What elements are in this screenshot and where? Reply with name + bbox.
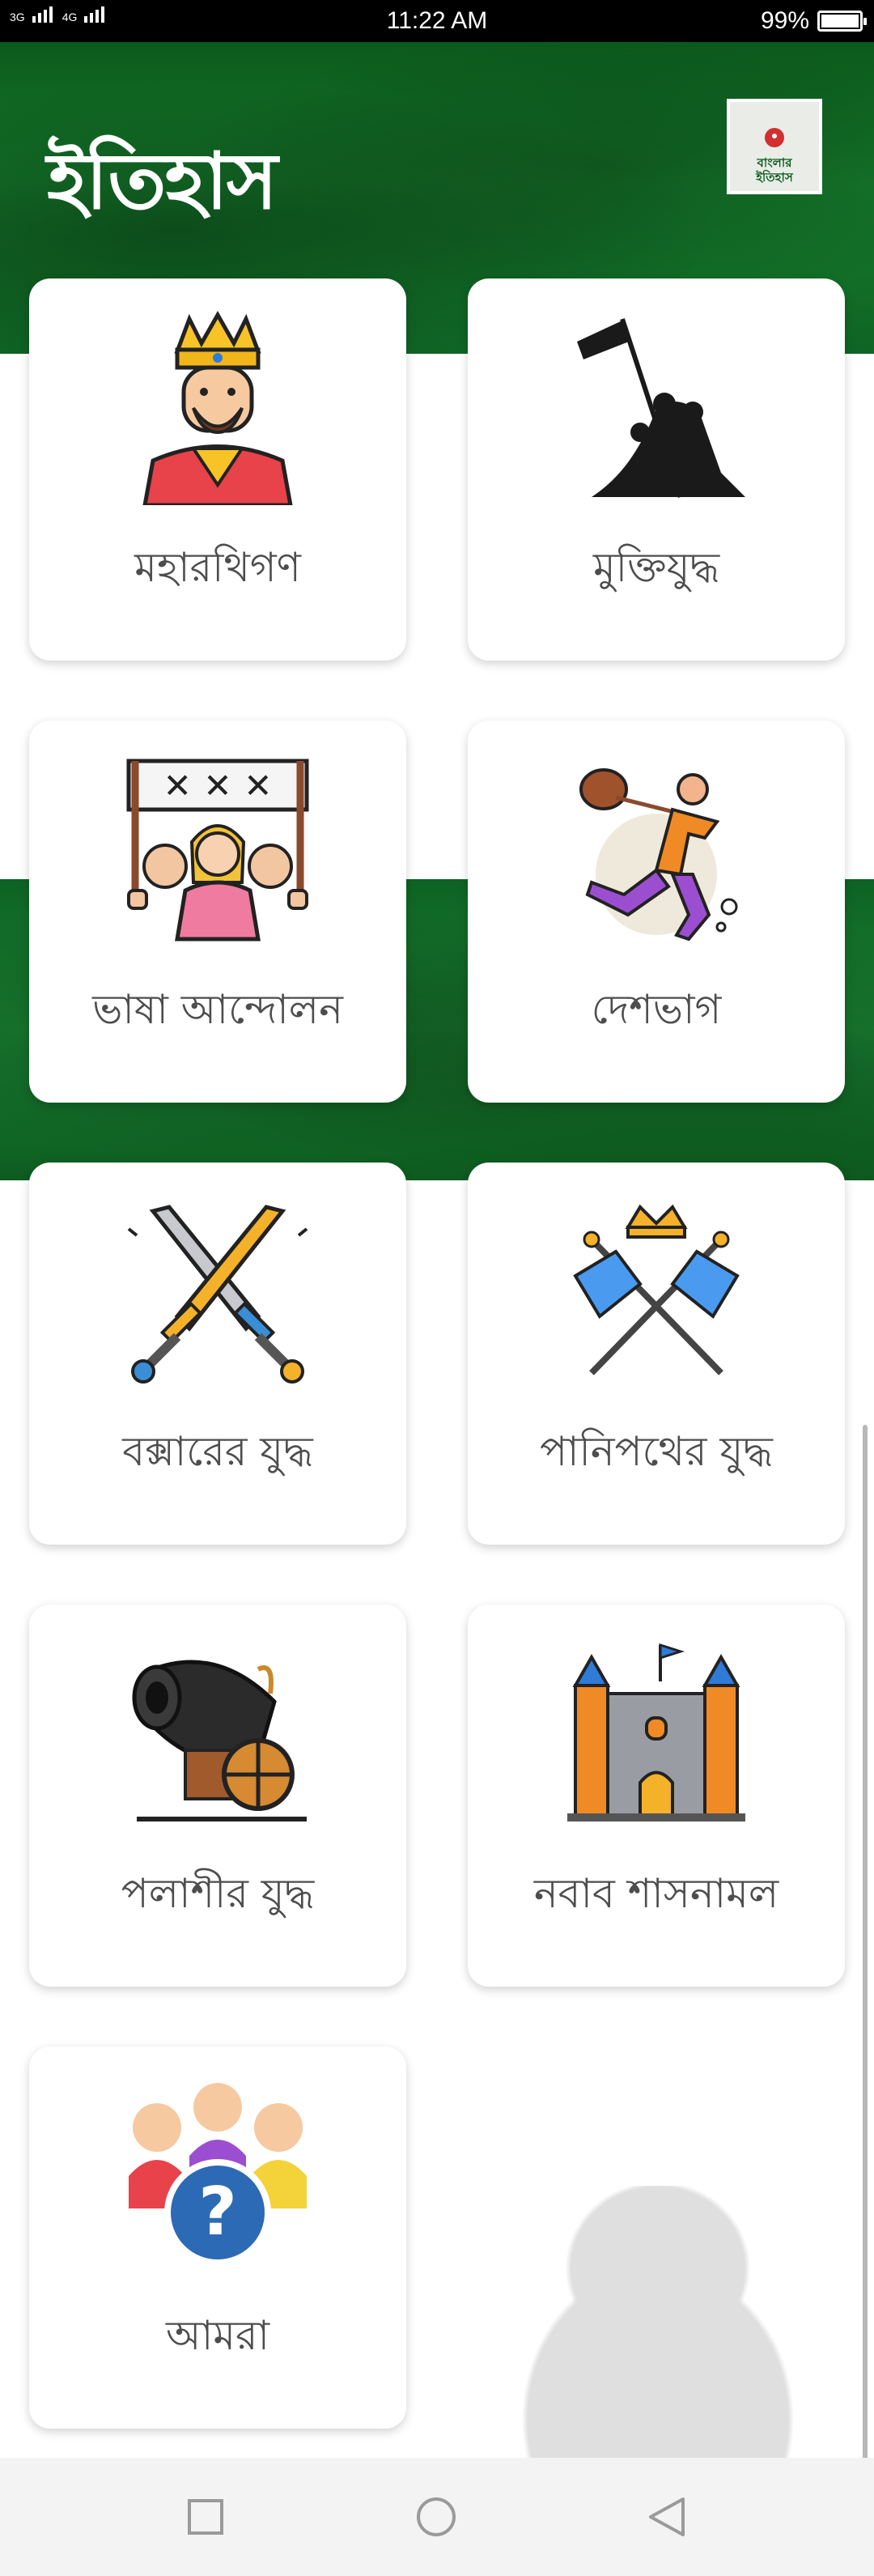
home-icon[interactable]: [414, 2494, 459, 2540]
category-card-6[interactable]: পানিপথের যুদ্ধ: [468, 1163, 845, 1545]
battery-icon: [817, 11, 867, 32]
category-card-3[interactable]: ✕ ✕ ✕ ভাষা আন্দোলন: [29, 721, 406, 1103]
logo-text-2: ইতিহাস: [756, 170, 793, 185]
category-label: পলাশীর যুদ্ধ: [121, 1870, 315, 1917]
svg-text:✕ ✕ ✕: ✕ ✕ ✕: [163, 766, 273, 806]
category-card-8[interactable]: নবাব শাসনামল: [468, 1605, 845, 1987]
app-title: ইতিহাস: [47, 135, 278, 227]
logo-mark-icon: [765, 128, 784, 147]
portrait-watermark: [453, 2186, 825, 2461]
flag-raising-icon: [577, 318, 745, 498]
category-label: নবাব শাসনামল: [533, 1870, 779, 1917]
back-icon[interactable]: [644, 2494, 689, 2540]
category-card-1[interactable]: মহারথিগণ: [29, 278, 406, 661]
recent-apps-icon[interactable]: [183, 2494, 228, 2540]
category-label: ভাষা আন্দোলন: [92, 986, 343, 1033]
svg-text:?: ?: [198, 2174, 237, 2251]
category-label: আমরা: [165, 2312, 270, 2359]
category-label: মুক্তিযুদ্ধ: [592, 544, 720, 591]
king-icon: [142, 311, 293, 505]
category-card-9[interactable]: ? আমরা: [29, 2047, 406, 2429]
category-card-2[interactable]: মুক্তিযুদ্ধ: [468, 278, 845, 661]
battery-indicator: 99%: [760, 7, 867, 35]
crossed-swords-icon: [127, 1205, 308, 1384]
category-card-7[interactable]: পলাশীর যুদ্ধ: [29, 1605, 406, 1987]
cannon-icon: [132, 1660, 307, 1821]
category-label: বক্সারের যুদ্ধ: [122, 1428, 313, 1475]
crossed-flags-icon: [573, 1204, 740, 1375]
people-question-icon: ?: [129, 2083, 307, 2266]
app-logo[interactable]: বাংলার ইতিহাস: [727, 99, 822, 194]
status-bar: 3G 4G 11:22 AM 99%: [0, 0, 874, 42]
battery-percent: 99%: [760, 7, 809, 34]
category-card-5[interactable]: বক্সারের যুদ্ধ: [29, 1163, 406, 1545]
category-label: পানিপথের যুদ্ধ: [540, 1428, 773, 1475]
castle-icon: [567, 1643, 745, 1821]
protest-icon: ✕ ✕ ✕: [126, 759, 309, 942]
running-man-icon: [579, 768, 738, 942]
logo-text-1: বাংলার: [757, 155, 792, 170]
category-label: মহারথিগণ: [134, 544, 301, 591]
clock: 11:22 AM: [386, 7, 488, 34]
category-label: দেশভাগ: [591, 986, 722, 1033]
system-nav-bar: [0, 2458, 874, 2576]
category-card-4[interactable]: দেশভাগ: [468, 721, 845, 1103]
scrollbar[interactable]: [863, 1425, 868, 2461]
